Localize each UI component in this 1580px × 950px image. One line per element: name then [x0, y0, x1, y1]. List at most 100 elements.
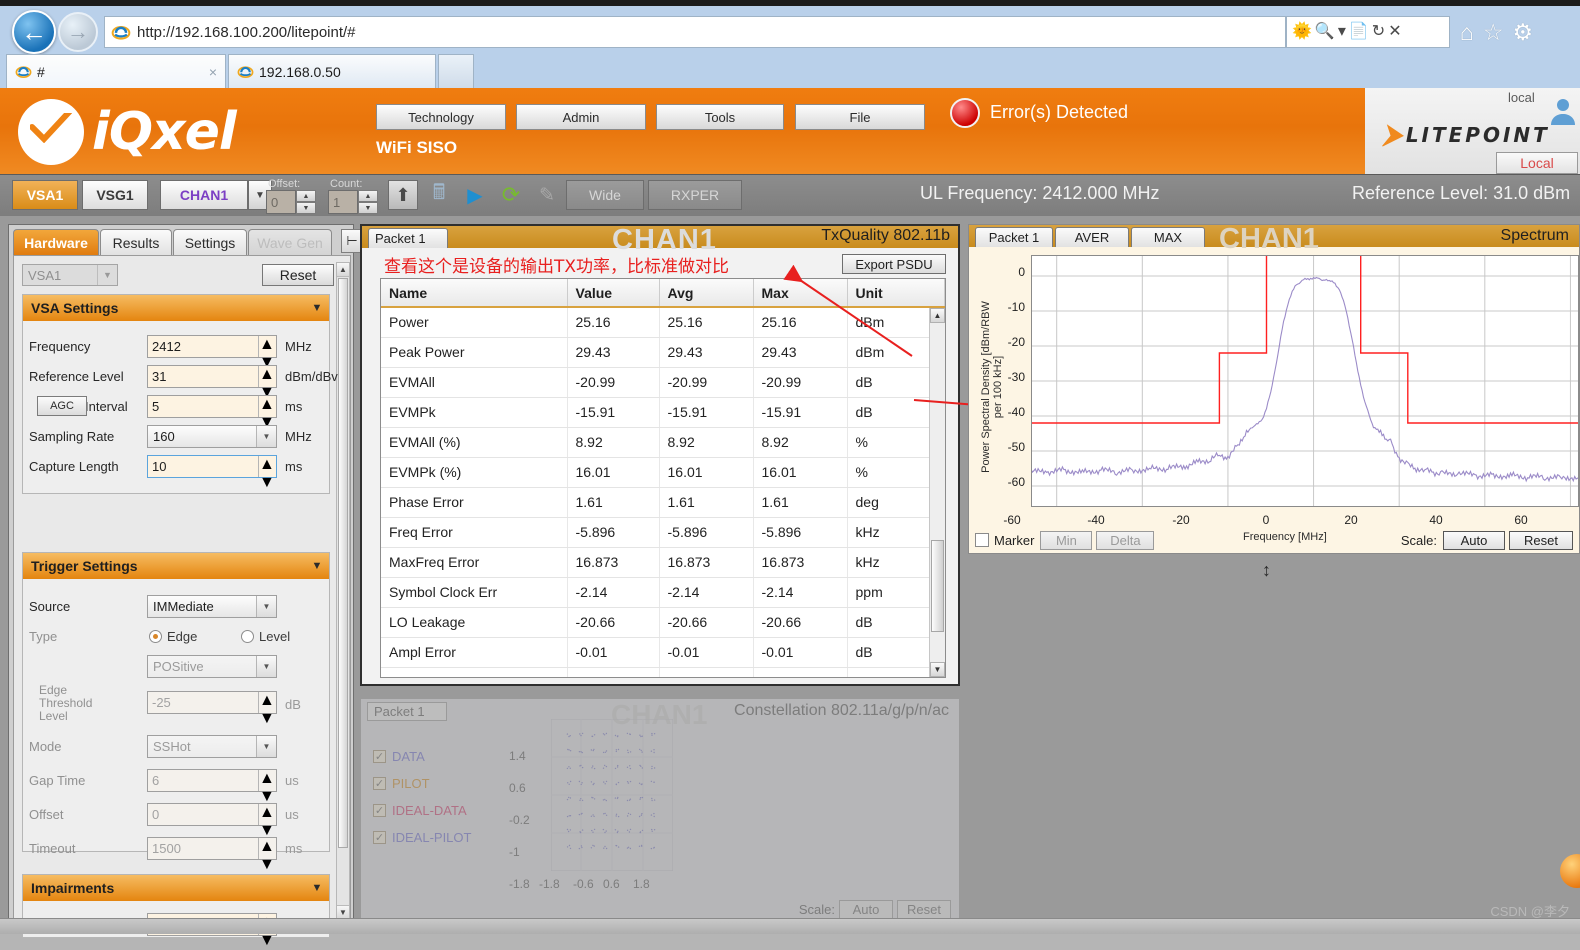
chevron-down-icon[interactable]: ▼	[256, 425, 276, 447]
dropdown-arrow-icon[interactable]: ▾	[1338, 24, 1346, 40]
stepper-up-icon[interactable]: ▲	[259, 336, 276, 354]
frequency-value[interactable]: 2412	[148, 336, 258, 357]
loop-icon[interactable]: ⟳	[496, 180, 526, 210]
scroll-down-icon[interactable]: ▼	[337, 905, 349, 919]
stepper-down-icon[interactable]: ▼	[296, 202, 316, 214]
close-icon[interactable]: ×	[209, 64, 217, 80]
frequency-input[interactable]: 2412 ▲ ▼	[147, 334, 277, 371]
chevron-down-icon[interactable]: ▼	[256, 595, 276, 617]
tab-results[interactable]: Results	[100, 229, 172, 255]
local-button[interactable]: Local	[1496, 152, 1578, 174]
radio-level[interactable]: Level	[241, 629, 290, 644]
stepper-down-icon[interactable]: ▼	[259, 932, 276, 950]
table-row[interactable]: EVMAll -20.99 -20.99 -20.99 dB	[381, 367, 945, 398]
browser-tab-1[interactable]: # ×	[6, 54, 226, 88]
table-row[interactable]: EVMPk (%) 16.01 16.01 16.01%	[381, 457, 945, 488]
home-icon[interactable]: ⌂	[1460, 20, 1474, 44]
table-row[interactable]: Peak Power 29.43 29.43 29.43 dBm	[381, 337, 945, 368]
address-bar[interactable]: http://192.168.100.200/litepoint/#	[104, 16, 1286, 48]
calculator-icon[interactable]: 🖩	[424, 180, 454, 210]
capture-length-value[interactable]: 10	[148, 456, 258, 477]
favorites-icon[interactable]: ☆	[1483, 20, 1504, 44]
group-vsa-header[interactable]: VSA Settings ▼	[23, 295, 329, 321]
table-row[interactable]: Freq Error -5.896 -5.896 -5.896 kHz	[381, 517, 945, 548]
group-impairments-header[interactable]: Impairments ▼	[23, 875, 329, 901]
chevron-down-icon[interactable]: ▼	[305, 882, 329, 894]
capture-length-input[interactable]: 10 ▲ ▼	[147, 454, 277, 491]
gap-time-value[interactable]: 6	[148, 770, 258, 791]
spectrum-tab-packet[interactable]: Packet 1	[975, 227, 1053, 247]
table-row[interactable]: Ampl Error -0.01 -0.01 -0.01 dB	[381, 637, 945, 668]
table-row[interactable]: Symbol Clock Err -2.14 -2.14 -2.14 ppm	[381, 577, 945, 608]
compat-view-icon[interactable]: 🌞	[1292, 24, 1312, 40]
edge-threshold-value[interactable]: -25	[148, 692, 258, 713]
table-row[interactable]: LO Leakage -20.66 -20.66 -20.66 dB	[381, 607, 945, 638]
stepper-down-icon[interactable]: ▼	[259, 856, 276, 874]
stepper-up-icon[interactable]: ▲	[358, 190, 378, 202]
sampling-rate-select[interactable]: 160 ▼	[147, 424, 277, 448]
new-tab-button[interactable]	[438, 54, 474, 88]
group-trigger-header[interactable]: Trigger Settings ▼	[23, 553, 329, 579]
scroll-down-icon[interactable]: ▼	[930, 662, 945, 677]
trigger-source-select[interactable]: IMMediate ▼	[147, 594, 277, 618]
edge-threshold-stepper[interactable]: ▲ ▼	[258, 692, 276, 727]
checkbox-icon[interactable]: ✓	[373, 777, 386, 790]
timeout-input[interactable]: 1500 ▲ ▼	[147, 836, 277, 873]
checkbox-icon[interactable]: ✓	[373, 804, 386, 817]
offset-stepper-buttons[interactable]: ▲ ▼	[296, 190, 316, 214]
stepper-up-icon[interactable]: ▲	[259, 770, 276, 788]
count-stepper[interactable]: 1 ▲ ▼	[328, 190, 378, 214]
export-psdu-button[interactable]: Export PSDU	[842, 254, 946, 274]
upload-icon[interactable]: ⬆	[388, 180, 418, 210]
edge-threshold-input[interactable]: -25 ▲ ▼	[147, 691, 277, 727]
capture-length-stepper[interactable]: ▲ ▼	[258, 455, 276, 491]
gap-time-input[interactable]: 6 ▲ ▼	[147, 768, 277, 805]
trigger-offset-input[interactable]: 0 ▲ ▼	[147, 802, 277, 839]
chevron-down-icon[interactable]: ▼	[305, 302, 329, 314]
browser-tab-2[interactable]: 192.168.0.50	[228, 54, 436, 88]
scroll-up-icon[interactable]: ▲	[930, 308, 945, 323]
stepper-up-icon[interactable]: ▲	[259, 366, 276, 384]
back-button[interactable]: ←	[12, 10, 56, 54]
checkbox-icon[interactable]: ✓	[373, 750, 386, 763]
scroll-up-icon[interactable]: ▲	[337, 263, 349, 277]
frequency-stepper[interactable]: ▲ ▼	[258, 335, 276, 371]
stepper-up-icon[interactable]: ▲	[296, 190, 316, 202]
tab-hardware[interactable]: Hardware	[13, 229, 99, 255]
marker-delta-button[interactable]: Delta	[1096, 530, 1155, 550]
stepper-up-icon[interactable]: ▲	[259, 838, 276, 856]
scrollbar-thumb[interactable]	[338, 278, 348, 848]
offset-stepper[interactable]: 0 ▲ ▼	[266, 190, 316, 214]
left-panel-scrollbar[interactable]: ▲ ▼	[336, 262, 350, 920]
marker-min-button[interactable]: Min	[1040, 530, 1093, 550]
stepper-down-icon[interactable]: ▼	[358, 202, 378, 214]
refresh-icon[interactable]: ↻	[1372, 24, 1385, 40]
edge-polarity-select[interactable]: POSitive ▼	[147, 654, 277, 678]
stepper-up-icon[interactable]: ▲	[259, 456, 276, 474]
txquality-packet-tab[interactable]: Packet 1	[368, 228, 448, 248]
table-row[interactable]: Phase Imbalance0.170.170.17deg	[381, 667, 945, 677]
legend-ideal-data[interactable]: ✓ IDEAL-DATA	[373, 803, 467, 818]
scrollbar-thumb[interactable]	[931, 540, 944, 632]
trigger-offset-value[interactable]: 0	[148, 804, 258, 825]
reference-level-stepper[interactable]: ▲ ▼	[258, 365, 276, 401]
txquality-scrollbar[interactable]: ▲ ▼	[929, 308, 945, 677]
stepper-down-icon[interactable]: ▼	[259, 474, 276, 492]
reference-level-value[interactable]: 31	[148, 366, 258, 387]
trigger-mode-select[interactable]: SSHot ▼	[147, 734, 277, 758]
toolbar-vsg1-button[interactable]: VSG1	[82, 180, 148, 210]
trigger-offset-stepper[interactable]: ▲ ▼	[258, 803, 276, 839]
spectrum-tab-max[interactable]: MAX	[1131, 227, 1205, 247]
stop-icon[interactable]: ✕	[1388, 24, 1401, 40]
stepper-up-icon[interactable]: ▲	[259, 396, 276, 414]
menu-tools[interactable]: Tools	[656, 104, 784, 130]
timeout-stepper[interactable]: ▲ ▼	[258, 837, 276, 873]
toolbar-rxper-button[interactable]: RXPER	[648, 180, 742, 210]
menu-admin[interactable]: Admin	[516, 104, 646, 130]
radio-edge[interactable]: Edge	[149, 629, 197, 644]
gap-time-stepper[interactable]: ▲ ▼	[258, 769, 276, 805]
page-icon[interactable]: 📄	[1349, 24, 1369, 40]
chevron-down-icon[interactable]: ▼	[305, 560, 329, 572]
device-select[interactable]: VSA1 ▼	[22, 264, 118, 286]
forward-button[interactable]: →	[58, 12, 98, 52]
